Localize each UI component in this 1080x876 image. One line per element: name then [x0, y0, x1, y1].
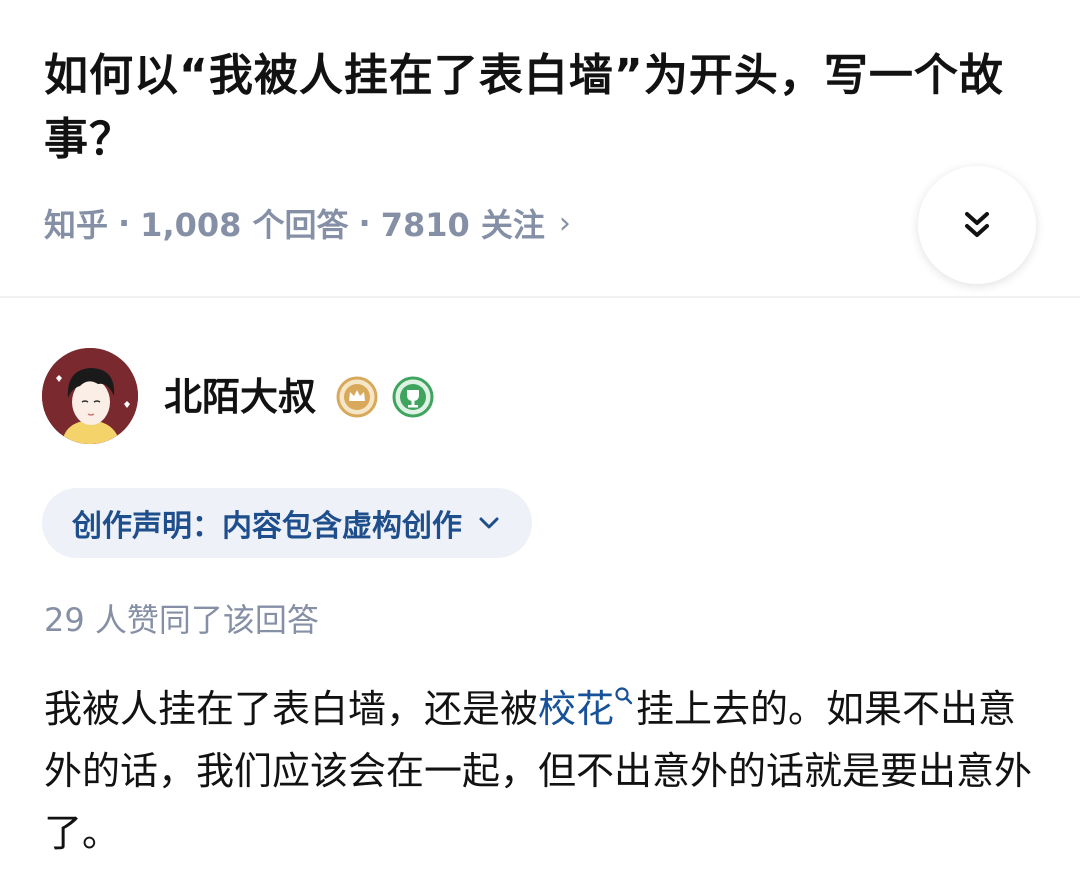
crown-badge-icon[interactable]: [336, 376, 378, 418]
chevron-down-icon: [479, 517, 499, 529]
creation-declaration[interactable]: 创作声明：内容包含虚构创作: [42, 488, 532, 558]
declaration-label: 创作声明：内容包含虚构创作: [72, 509, 462, 544]
keyword-text: 校花: [538, 687, 615, 731]
source-label: 知乎: [44, 206, 109, 244]
answer-count: 1,008 个回答: [140, 206, 349, 244]
question-meta[interactable]: 知乎 · 1,008 个回答 · 7810 关注 ›: [44, 200, 571, 246]
avatar[interactable]: [42, 348, 138, 444]
answer-body[interactable]: 我被人挂在了表白墙，还是被校花 挂上去的。如果不出意外的话，我们应该会在一起，但不…: [44, 678, 1044, 864]
double-chevron-down-icon: [965, 212, 989, 237]
avatar-illustration: [42, 348, 138, 444]
expand-question-button[interactable]: [918, 166, 1036, 284]
search-icon: [615, 687, 633, 705]
section-divider: [0, 296, 1080, 298]
chevron-right-icon: ›: [558, 205, 571, 241]
separator-dot: ·: [118, 204, 131, 242]
separator-dot: ·: [358, 204, 371, 242]
author-name[interactable]: 北陌大叔: [164, 372, 316, 422]
trophy-badge-icon[interactable]: [392, 376, 434, 418]
search-keyword-link[interactable]: 校花: [538, 687, 636, 731]
vote-count[interactable]: 29 人赞同了该回答: [44, 598, 319, 642]
answer-text-start: 我被人挂在了表白墙，还是被: [44, 687, 539, 731]
follower-count: 7810 关注: [380, 206, 545, 244]
question-title[interactable]: 如何以“我被人挂在了表白墙”为开头，写一个故事？: [44, 44, 1044, 172]
